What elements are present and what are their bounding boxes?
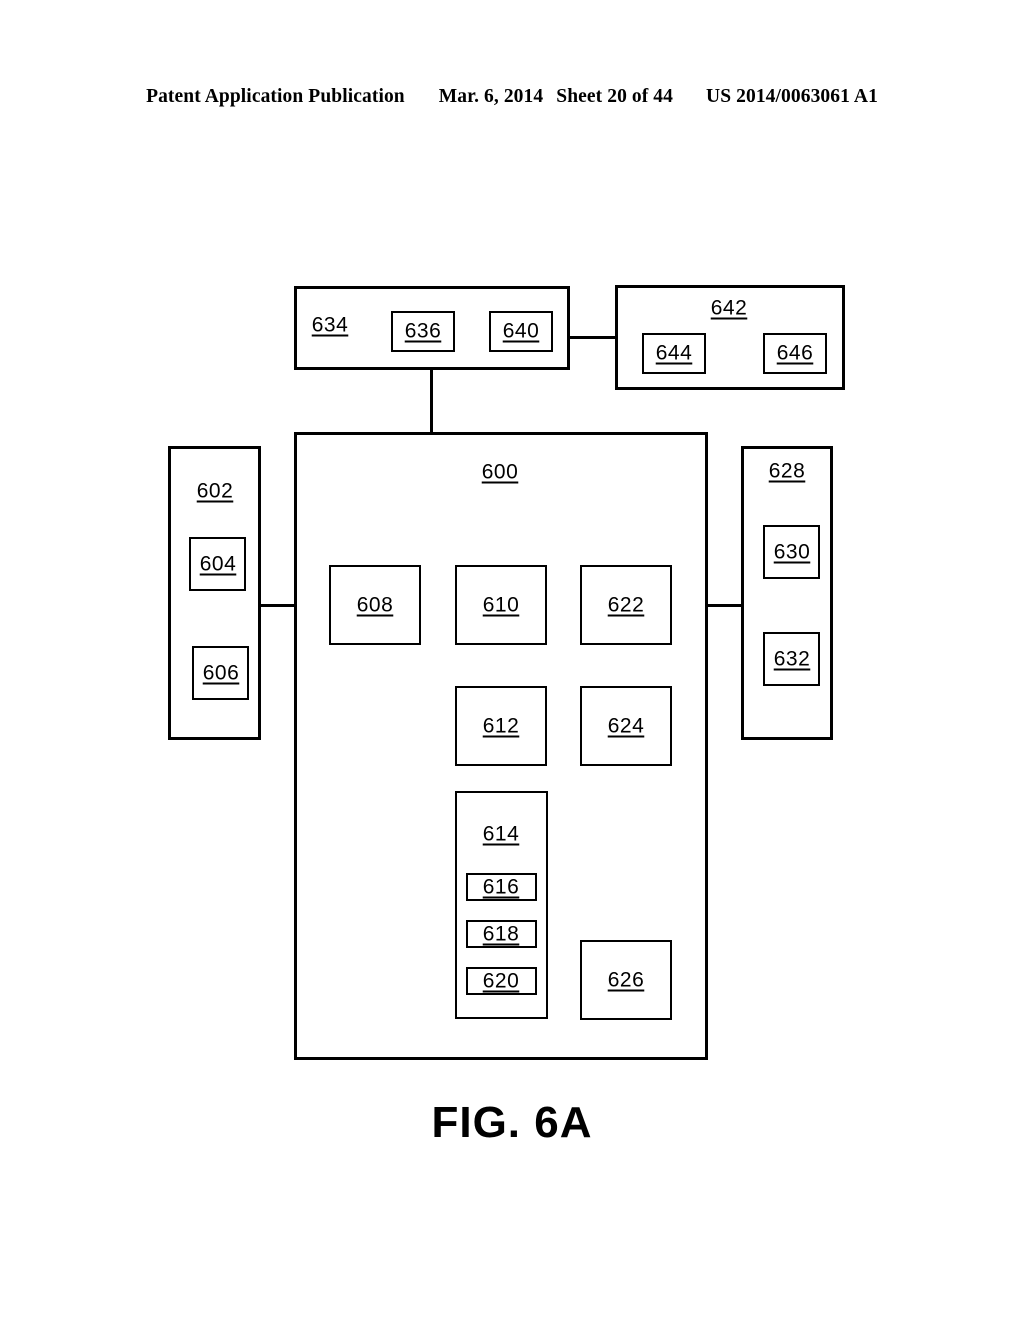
label-626: 626 <box>607 968 645 992</box>
label-632: 632 <box>773 647 811 671</box>
label-634: 634 <box>311 313 349 337</box>
connector-602-to-600 <box>259 604 297 607</box>
label-630: 630 <box>773 540 811 564</box>
label-644: 644 <box>655 341 693 365</box>
label-612: 612 <box>482 714 520 738</box>
label-614: 614 <box>482 822 520 846</box>
label-618: 618 <box>482 922 520 946</box>
label-620: 620 <box>482 969 520 993</box>
connector-600-to-628 <box>705 604 743 607</box>
label-642: 642 <box>710 296 748 320</box>
connector-634-to-600 <box>430 369 433 435</box>
label-602: 602 <box>196 479 234 503</box>
label-646: 646 <box>776 341 814 365</box>
label-616: 616 <box>482 875 520 899</box>
label-608: 608 <box>356 593 394 617</box>
label-606: 606 <box>202 661 240 685</box>
label-640: 640 <box>502 319 540 343</box>
label-610: 610 <box>482 593 520 617</box>
label-624: 624 <box>607 714 645 738</box>
label-604: 604 <box>199 552 237 576</box>
label-636: 636 <box>404 319 442 343</box>
connector-634-to-642 <box>568 336 617 339</box>
label-628: 628 <box>768 459 806 483</box>
label-622: 622 <box>607 593 645 617</box>
box-628 <box>741 446 833 740</box>
label-600: 600 <box>481 460 519 484</box>
figure-caption: FIG. 6A <box>431 1098 593 1147</box>
